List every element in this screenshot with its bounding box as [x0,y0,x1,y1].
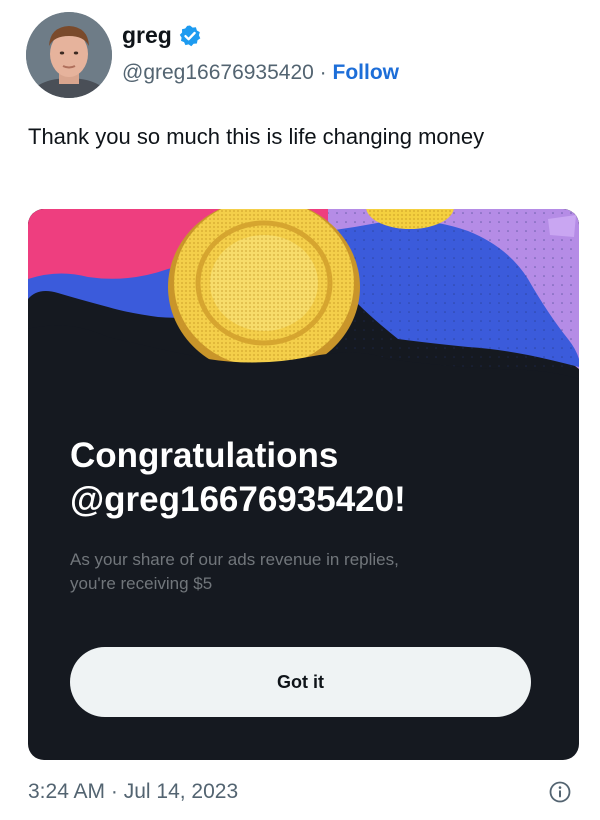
card-title: Congratulations @greg16676935420! [70,434,550,522]
avatar-photo [26,12,112,98]
tweet-timestamp[interactable]: 3:24 AM · Jul 14, 2023 [28,780,238,804]
author-display-name[interactable]: greg [122,22,172,49]
author-name-row: greg [122,22,202,49]
card-description-line1: As your share of our ads revenue in repl… [70,550,399,569]
follow-button[interactable]: Follow [333,61,400,84]
card-title-line2: @greg16676935420! [70,480,406,519]
avatar[interactable] [26,12,112,98]
author-handle-row: @greg16676935420 · Follow [122,61,399,85]
verified-badge-icon[interactable] [178,24,202,48]
info-circle-icon[interactable] [548,780,572,804]
card-description: As your share of our ads revenue in repl… [70,548,530,596]
tweet-text: Thank you so much this is life changing … [28,124,485,149]
got-it-button[interactable]: Got it [70,647,531,717]
card-title-line1: Congratulations [70,436,339,475]
handle-separator: · [319,61,327,84]
gold-coin-illustration [28,209,579,409]
author-handle[interactable]: @greg16676935420 [122,61,314,84]
card-description-line2: you're receiving $5 [70,574,213,593]
ads-revenue-card: Congratulations @greg16676935420! As you… [28,209,579,760]
